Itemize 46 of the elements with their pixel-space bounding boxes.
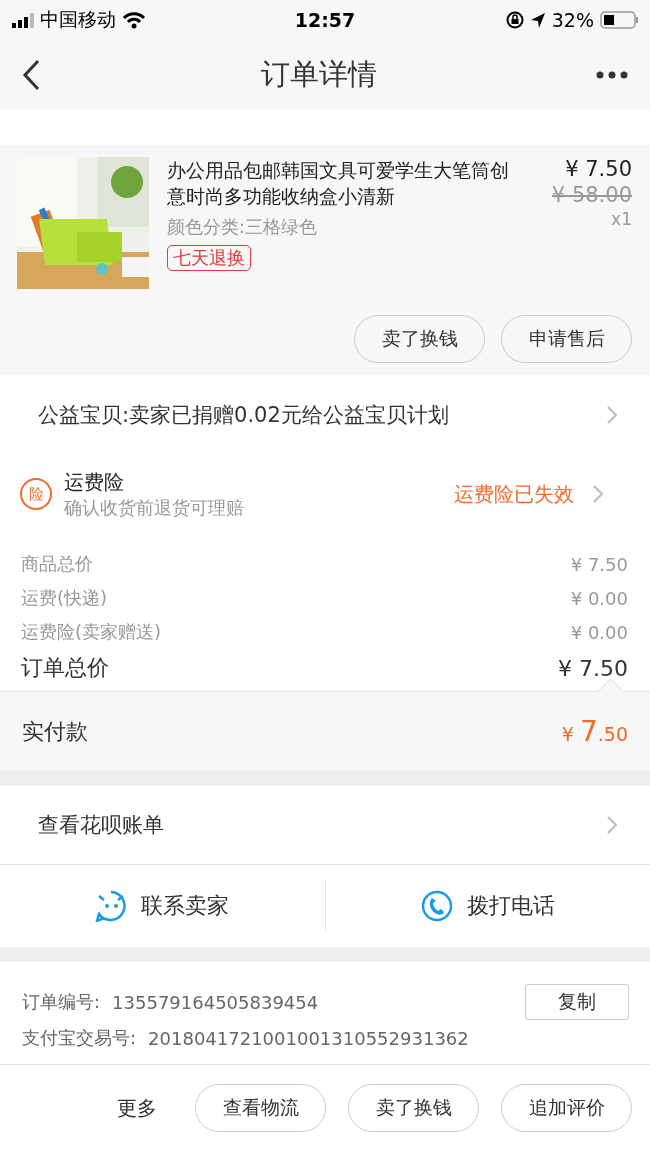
chat-face-icon [95,890,128,922]
product-price: ¥ 7.50 [565,157,632,181]
insurance-badge: 险 [20,478,52,510]
price-label: 订单总价 [21,654,109,682]
battery-percent: 32% [551,9,594,31]
paid-label: 实付款 [22,717,88,746]
phone-icon [420,890,453,922]
chevron-icon [606,815,618,835]
carrier-name: 中国移动 [40,7,116,32]
chevron-icon [592,484,604,504]
contact-button[interactable]: 联系卖家 [0,865,325,947]
paid-amount: ¥ 7.50 [561,715,628,748]
insurance-status: 运费险已失效 [454,480,574,508]
more-link[interactable]: 更多 [117,1094,157,1122]
price-value: ¥ 7.50 [570,553,628,575]
product-quantity: x1 [611,209,632,229]
product-variant: 颜色分类:三格绿色 [167,215,319,239]
contact-button[interactable]: 拨打电话 [325,865,650,947]
info-value: 2018041721001001310552931362 [148,1027,469,1049]
battery-icon [600,11,638,29]
wifi-icon [122,11,146,29]
copy-button[interactable]: 复制 [525,984,629,1020]
charity-note: 公益宝贝:卖家已捐赠0.02元给公益宝贝计划 [38,402,449,429]
original-price: ¥ 58.00 [551,183,632,207]
rotation-lock-icon [505,11,524,29]
clock-time: 12:57 [294,9,356,31]
insurance-title: 运费险 [64,468,125,496]
price-value: ¥ 0.00 [570,621,628,643]
price-label: 运费险(卖家赠送) [21,620,162,644]
info-value: 135579164505839454 [112,991,319,1013]
price-label: 运费(快递) [21,586,108,610]
location-icon [529,11,546,29]
more-icon[interactable] [596,71,628,79]
info-label: 订单编号: [22,990,101,1014]
price-label: 商品总价 [21,552,93,576]
signal-icon [12,12,34,28]
price-value: ¥ 0.00 [570,587,628,609]
info-label: 支付宝交易号: [22,1026,137,1050]
return-policy-tag: 七天退换 [167,245,251,271]
product-title: 办公用品包邮韩国文具可爱学生大笔筒创意时尚多功能收纳盒小清新 [167,158,510,209]
page-title: 订单详情 [261,56,377,93]
chevron-icon [606,405,618,425]
back-icon[interactable] [22,59,42,91]
insurance-subtitle: 确认收货前退货可理赔 [64,495,245,520]
price-value: ¥ 7.50 [558,655,628,681]
bill-link-text: 查看花呗账单 [38,812,164,839]
